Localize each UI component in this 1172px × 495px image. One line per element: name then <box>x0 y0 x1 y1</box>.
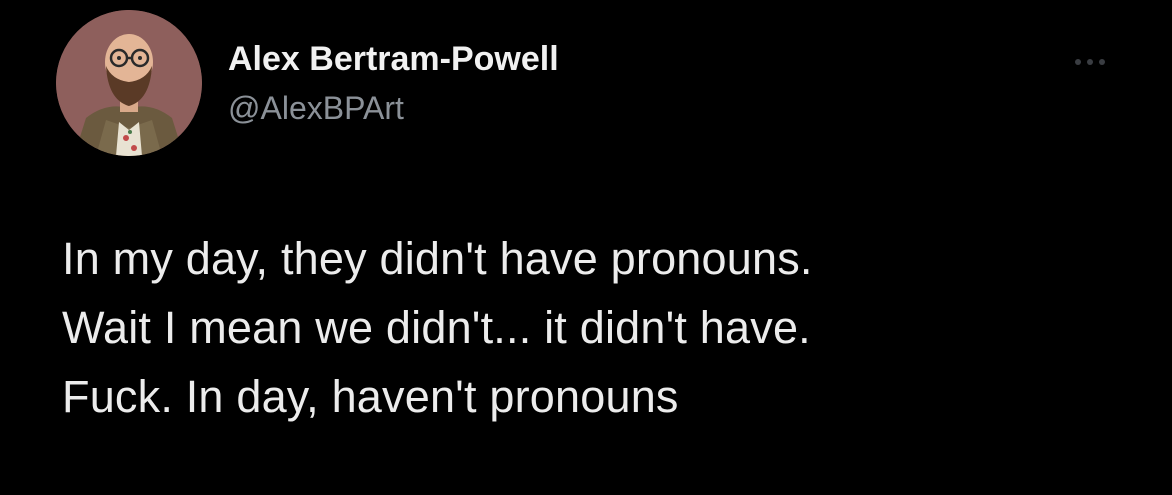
author-display-name[interactable]: Alex Bertram-Powell <box>228 40 559 79</box>
author-handle[interactable]: @AlexBPArt <box>228 90 404 127</box>
illustrated-man-avatar-icon <box>56 10 202 156</box>
avatar[interactable] <box>56 10 202 156</box>
more-options-icon <box>1075 59 1105 65</box>
tweet-card: Alex Bertram-Powell @AlexBPArt In my day… <box>0 0 1172 495</box>
more-options-button[interactable] <box>1060 42 1120 82</box>
tweet-text: In my day, they didn't have pronouns. Wa… <box>62 233 813 422</box>
